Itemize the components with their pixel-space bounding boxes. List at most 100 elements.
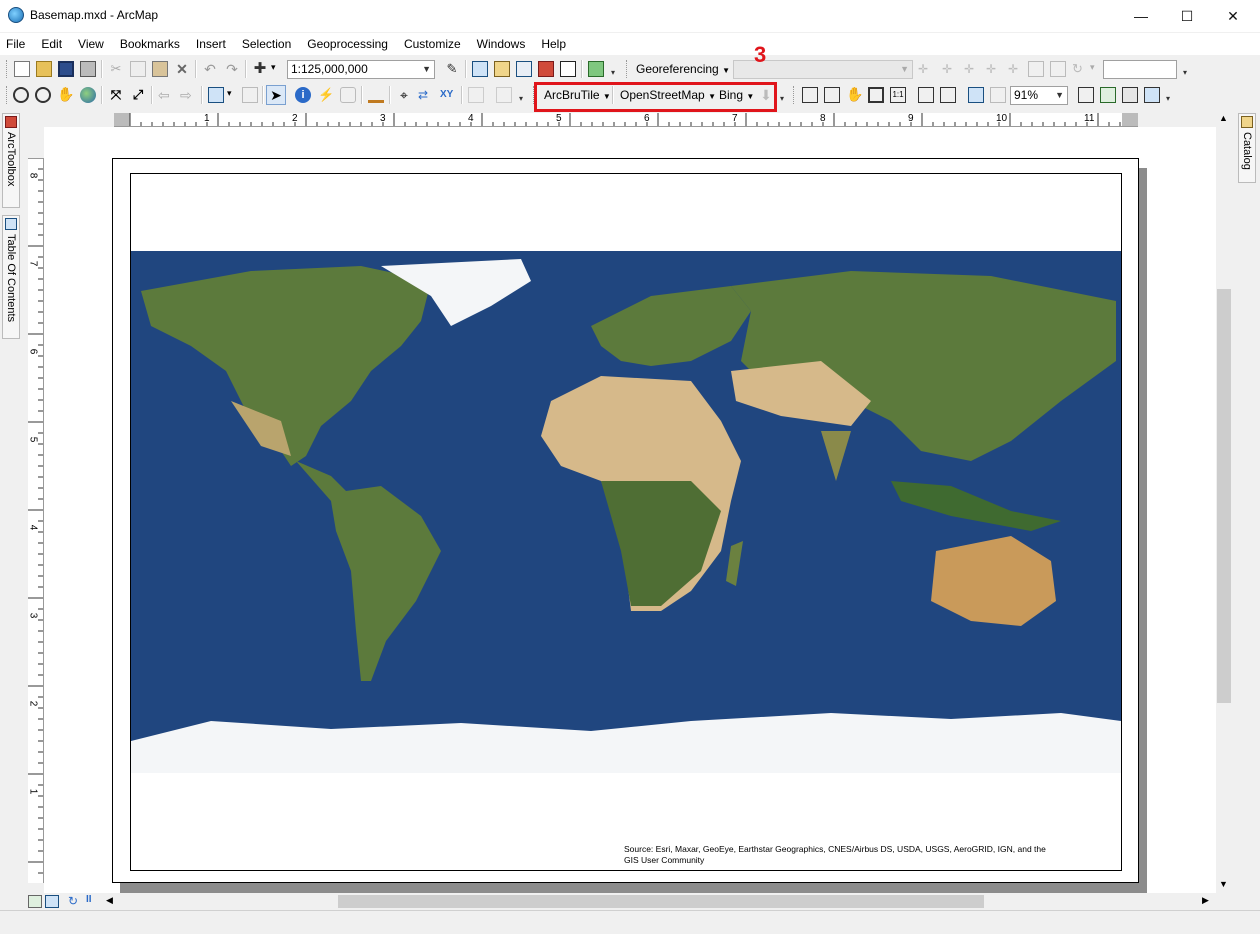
zoom-100-percent-icon[interactable]: 1:1 [890,87,906,103]
redo-icon[interactable]: ↷ [224,61,240,77]
refresh-icon[interactable]: ↻ [68,894,78,908]
menu-file[interactable]: File [0,37,33,51]
layout-view-icon[interactable] [45,895,59,908]
rectify-icon[interactable] [1050,61,1066,77]
tab-table-of-contents[interactable]: Table Of Contents [2,215,20,339]
undo-icon[interactable]: ↶ [202,61,218,77]
scroll-up-icon[interactable]: ▲ [1219,113,1228,123]
delete-icon[interactable]: ✕ [174,61,190,77]
menu-geoprocessing[interactable]: Geoprocessing [299,37,396,51]
toolbar-overflow-icon[interactable]: ▾ [519,92,526,106]
new-document-icon[interactable] [14,61,30,77]
open-folder-icon[interactable] [36,61,52,77]
editor-toolbar-icon[interactable]: ✎ [444,61,460,77]
menu-selection[interactable]: Selection [234,37,299,51]
select-features-icon[interactable] [208,87,224,103]
go-back-extent-icon[interactable] [968,87,984,103]
save-icon[interactable] [58,61,74,77]
toolbar-overflow-icon[interactable]: ▾ [611,66,618,80]
back-arrow-icon[interactable]: ⇦ [158,87,174,103]
find-binoculars-icon[interactable]: ⌖ [396,87,412,103]
close-button[interactable]: ✕ [1210,0,1256,32]
georeferencing-dropdown[interactable]: Georeferencing ▼ [636,62,730,76]
python-window-icon[interactable] [560,61,576,77]
menu-help[interactable]: Help [533,37,574,51]
view-link-table-icon[interactable] [1028,61,1044,77]
vertical-scroll-thumb[interactable] [1217,289,1231,703]
scroll-right-icon[interactable]: ▶ [1202,895,1209,906]
maximize-button[interactable]: ☐ [1164,0,1210,32]
identify-icon[interactable]: i [295,87,311,103]
toggle-draft-mode-icon[interactable] [1078,87,1094,103]
paste-icon[interactable] [152,61,168,77]
layout-pan-icon[interactable]: ✋ [846,86,863,102]
layout-zoom-out-icon[interactable] [824,87,840,103]
hyperlink-icon[interactable]: ⚡ [318,87,334,103]
copy-icon[interactable] [130,61,146,77]
toolbar-overflow-icon[interactable]: ▾ [1166,92,1173,106]
rotate-icon[interactable]: ✛ [964,61,980,77]
menu-customize[interactable]: Customize [396,37,469,51]
find-route-icon[interactable]: ⇄ [418,87,434,103]
toolbar-grip[interactable] [793,86,797,104]
data-driven-pages-icon[interactable] [1144,87,1160,103]
vertical-scrollbar[interactable]: ▲ ▼ [1216,111,1233,893]
horizontal-scroll-thumb[interactable] [338,895,984,908]
open-time-slider-icon[interactable] [468,87,484,103]
clear-selection-icon[interactable] [242,87,258,103]
focus-data-frame-icon[interactable] [1100,87,1116,103]
fixed-zoom-in-icon[interactable]: ⤧ [108,87,124,103]
print-icon[interactable] [80,61,96,77]
measure-icon[interactable] [368,87,384,103]
zoom-whole-page-icon[interactable] [868,87,884,103]
toolbar-grip[interactable] [626,60,630,78]
go-forward-extent-icon[interactable] [990,87,1006,103]
catalog-window-icon[interactable] [494,61,510,77]
pan-hand-icon[interactable]: ✋ [57,86,74,102]
shift-icon[interactable]: ✛ [986,61,1002,77]
horizontal-scrollbar[interactable]: ◀ ▶ [104,893,1216,910]
cut-icon[interactable]: ✂ [108,61,124,77]
scale-icon[interactable]: ✛ [1008,61,1024,77]
forward-arrow-icon[interactable]: ⇨ [180,87,196,103]
add-data-icon[interactable]: ✚ [252,61,268,77]
menu-bookmarks[interactable]: Bookmarks [112,37,188,51]
toolbar-overflow-icon[interactable]: ▾ [780,92,787,106]
auto-adjust-icon[interactable]: ✛ [942,61,958,77]
georeferencing-value-input[interactable] [1103,60,1177,79]
menu-windows[interactable]: Windows [469,37,534,51]
go-to-xy-icon[interactable]: XY [440,87,456,103]
fixed-zoom-out-icon[interactable]: ⤢ [130,87,146,103]
zoom-in-icon[interactable] [13,87,29,103]
add-data-dropdown-arrow-icon[interactable]: ▾ [271,62,276,73]
tab-catalog[interactable]: Catalog [1238,113,1256,183]
chevron-down-icon[interactable]: ▾ [227,88,232,99]
menu-insert[interactable]: Insert [188,37,234,51]
menu-view[interactable]: View [70,37,112,51]
tab-arctoolbox[interactable]: ArcToolbox [2,113,20,208]
toolbar-grip[interactable] [6,86,10,104]
full-extent-globe-icon[interactable] [80,87,96,103]
create-viewer-window-icon[interactable] [496,87,512,103]
zoom-out-icon[interactable] [35,87,51,103]
layout-zoom-combo[interactable]: 91% ▼ [1010,86,1068,105]
chevron-down-icon[interactable]: ▾ [1090,62,1095,73]
data-view-icon[interactable] [28,895,42,908]
minimize-button[interactable]: — [1118,0,1164,32]
model-builder-icon[interactable] [588,61,604,77]
fixed-layout-zoom-in-icon[interactable] [918,87,934,103]
search-window-icon[interactable] [516,61,532,77]
map-scale-combo[interactable]: 1:125,000,000 ▼ [287,60,435,79]
layout-zoom-in-icon[interactable] [802,87,818,103]
select-elements-arrow-icon[interactable]: ➤ [266,85,286,105]
table-of-contents-icon[interactable] [472,61,488,77]
toolbar-overflow-icon[interactable]: ▾ [1183,66,1190,80]
basemap-imagery[interactable] [131,251,1121,773]
html-popup-icon[interactable] [340,87,356,103]
pause-drawing-icon[interactable]: II [86,894,92,905]
scroll-down-icon[interactable]: ▼ [1219,879,1228,889]
menu-edit[interactable]: Edit [33,37,70,51]
add-control-points-icon[interactable]: ✛ [918,61,934,77]
reset-transformation-icon[interactable]: ↻ [1072,61,1088,77]
toolbar-grip[interactable] [6,60,10,78]
